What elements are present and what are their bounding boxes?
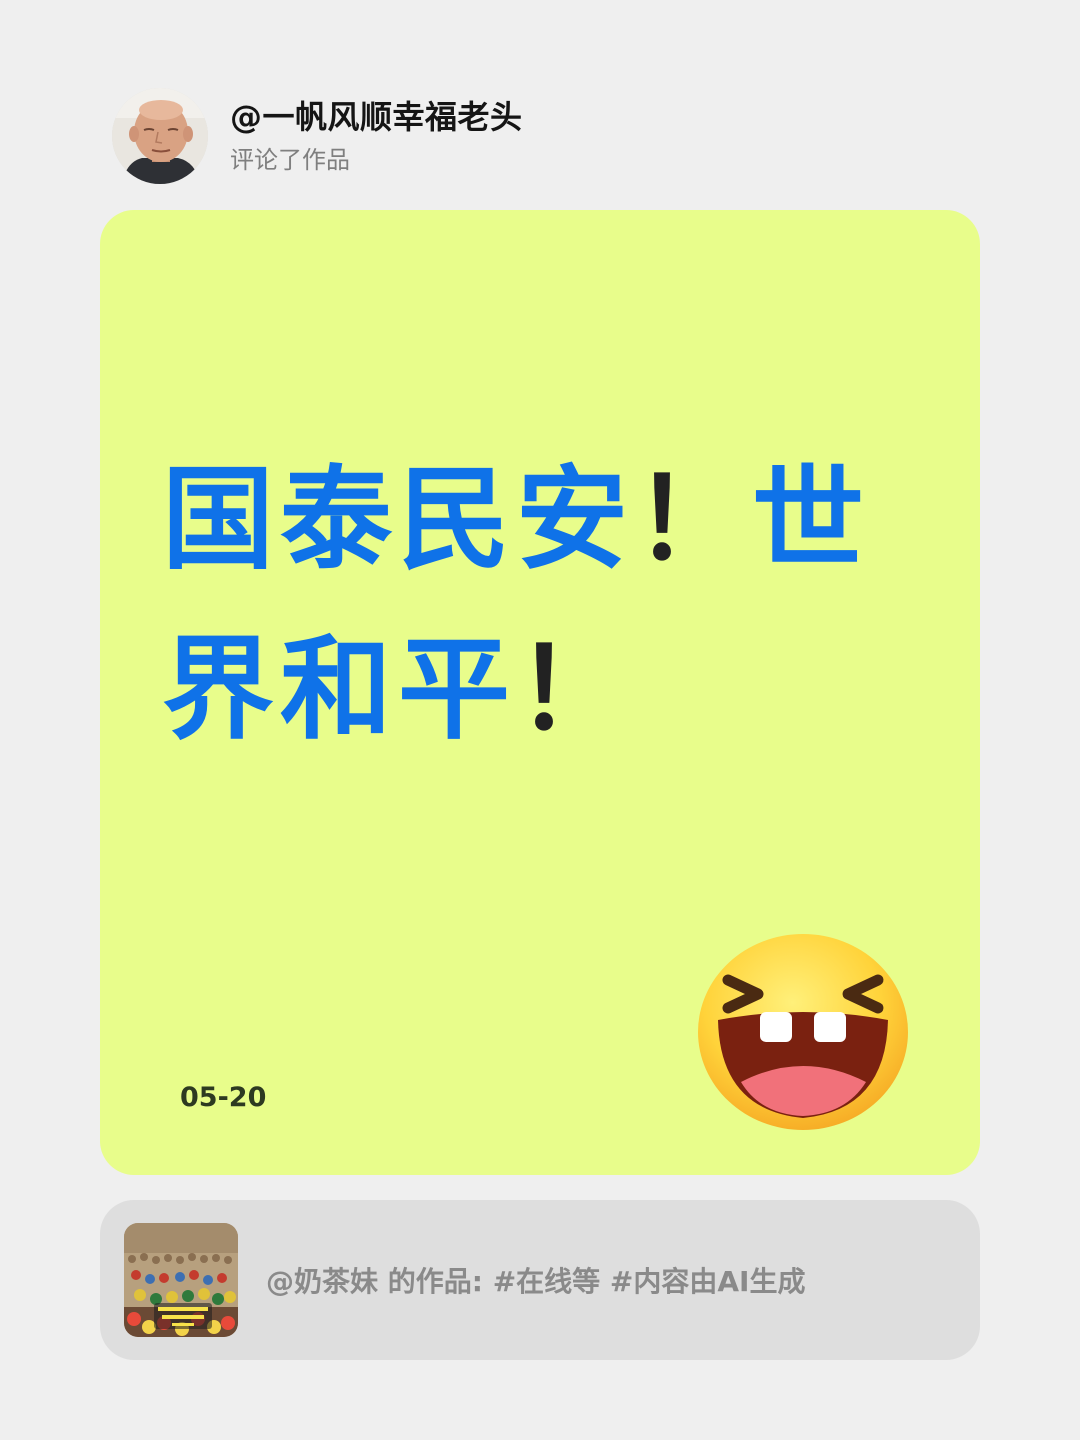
work-reference-card[interactable]: @奶茶妹 的作品: #在线等 #内容由AI生成 <box>100 1200 980 1360</box>
comment-date: 05-20 <box>180 1082 267 1113</box>
comment-action-label: 评论了作品 <box>230 146 350 174</box>
user-avatar[interactable] <box>112 88 208 184</box>
comment-exclamation-2: ！ <box>516 625 634 755</box>
avatar-icon <box>112 88 208 184</box>
comment-header: @一帆风顺幸福老头 评论了作品 <box>112 88 523 184</box>
username[interactable]: @一帆风顺幸福老头 <box>230 95 523 139</box>
work-reference-label[interactable]: @奶茶妹 的作品: #在线等 #内容由AI生成 <box>266 1260 805 1300</box>
comment-exclamation-1: ！ <box>634 455 752 585</box>
comment-card: 国泰民安！世界和平！ 05-20 <box>100 210 980 1175</box>
work-thumbnail[interactable] <box>124 1223 238 1337</box>
laughing-emoji-icon <box>696 932 910 1132</box>
crowd-thumbnail-icon <box>124 1223 238 1337</box>
comment-text-part1: 国泰民安 <box>162 455 634 585</box>
comment-text: 国泰民安！世界和平！ <box>162 435 922 775</box>
